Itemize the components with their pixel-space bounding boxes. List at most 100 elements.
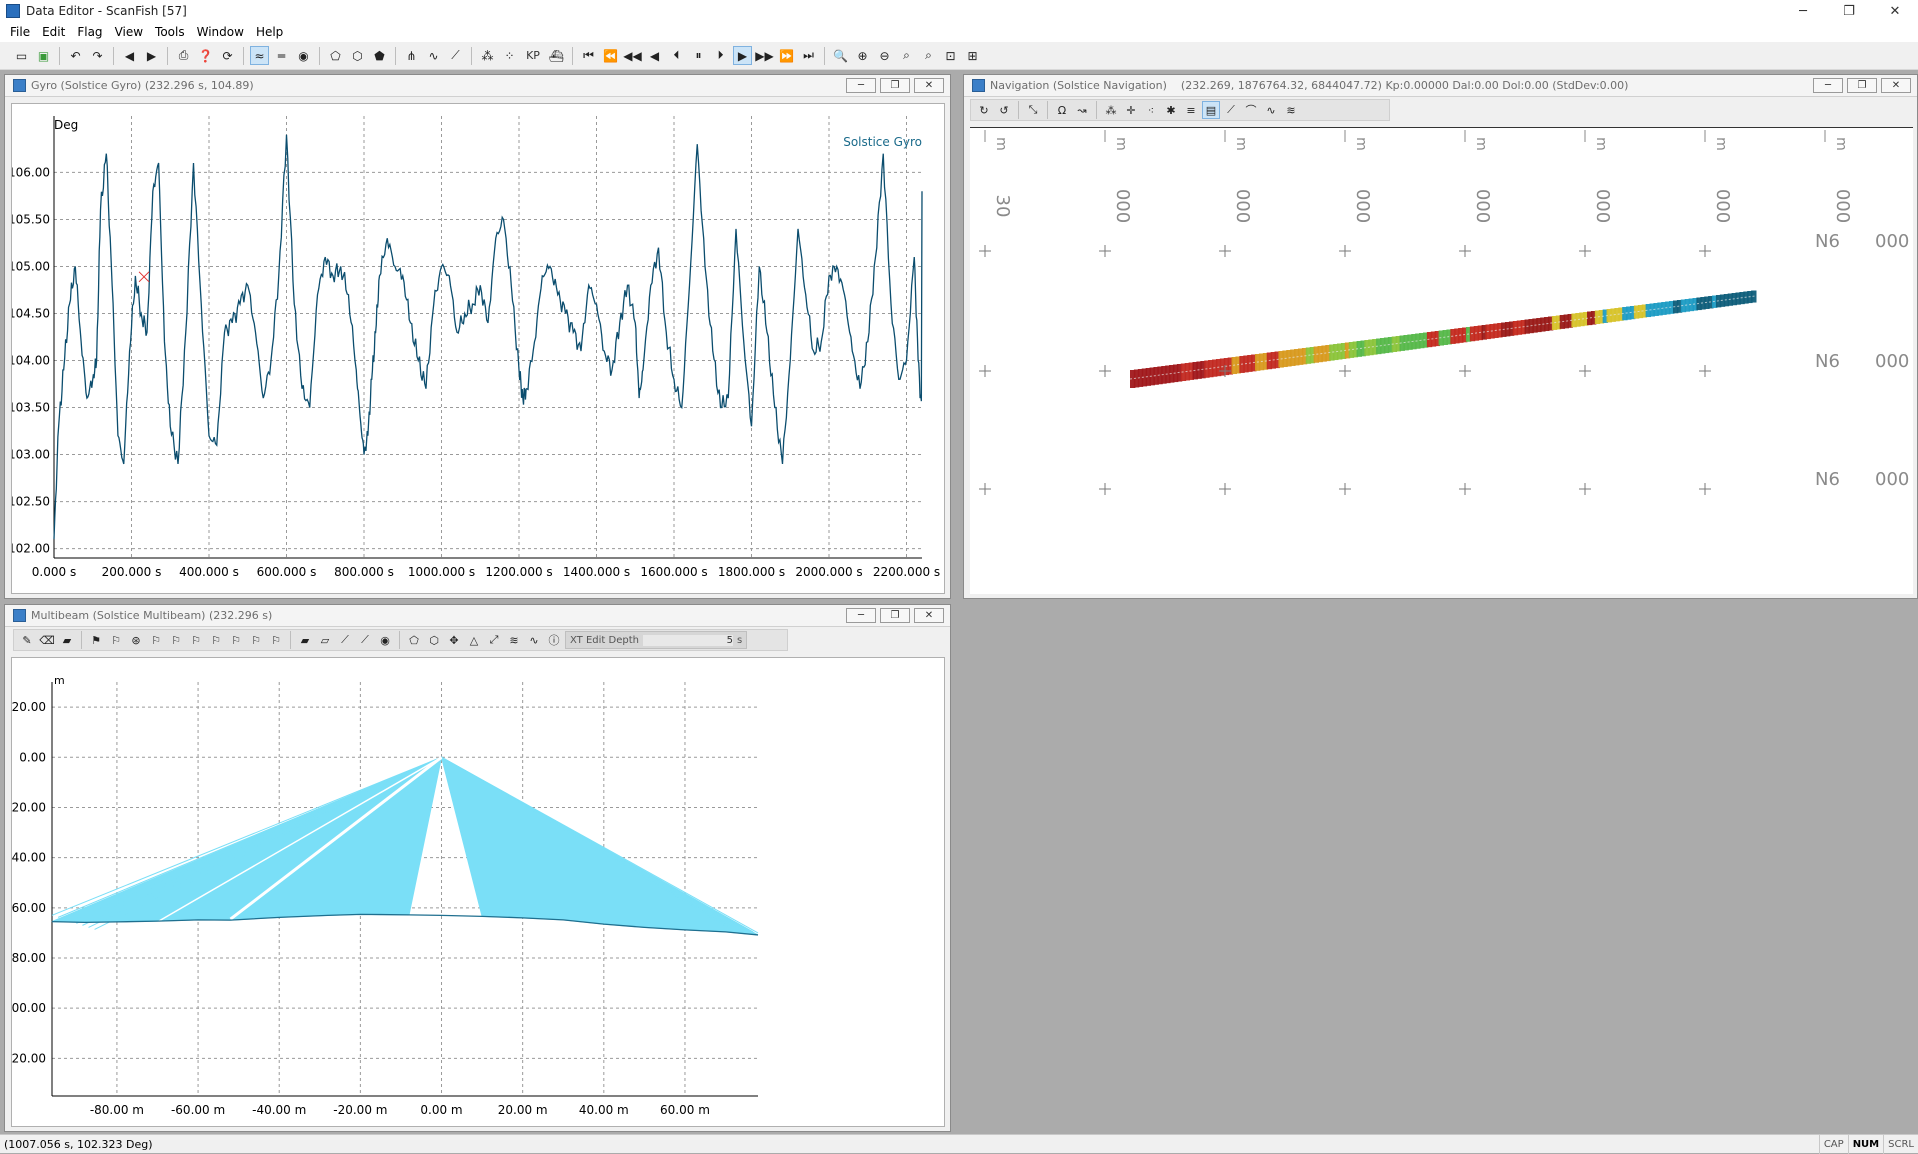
undo-icon[interactable]: ↶ <box>66 46 85 65</box>
menu-view[interactable]: View <box>109 25 149 39</box>
nav-map[interactable]: 30 m 000 m 000 m 000 m 000 m 000 m 000 m 000 m N6 000 N6 00… <box>970 128 1913 595</box>
nav-maximize-button[interactable]: ❐ <box>1847 78 1877 93</box>
maximize-button[interactable]: ❐ <box>1826 0 1872 22</box>
trace-icon[interactable]: ⋔ <box>402 46 421 65</box>
kp-button[interactable]: KP <box>522 46 544 65</box>
nav-close-button[interactable]: ✕ <box>1881 78 1911 93</box>
nav-window-titlebar[interactable]: Navigation (Solstice Navigation) (232.26… <box>964 75 1917 97</box>
eraser-icon[interactable]: ⌫ <box>38 631 56 649</box>
slash-icon[interactable]: ⟋ <box>336 631 354 649</box>
next-icon[interactable]: ▶▶ <box>755 46 774 65</box>
brush-icon[interactable]: ▰ <box>58 631 76 649</box>
scatter-icon[interactable]: ⁘ <box>500 46 519 65</box>
multibeam-maximize-button[interactable]: ❐ <box>880 608 910 623</box>
line-icon[interactable]: ⟋ <box>1222 101 1240 119</box>
fill-icon[interactable]: ▰ <box>296 631 314 649</box>
step-back-icon[interactable]: ⏴ <box>667 46 686 65</box>
scale-icon[interactable]: ⤢ <box>485 631 503 649</box>
line-edit-icon[interactable]: ⟋ <box>446 46 465 65</box>
menu-window[interactable]: Window <box>191 25 250 39</box>
multibeam-minimize-button[interactable]: ─ <box>846 608 876 623</box>
multibeam-plot-area[interactable]: -80.00 m -60.00 m -40.00 m -20.00 m 0.00 m 20… <box>4 657 945 1127</box>
flag-b-icon[interactable]: ⚐ <box>167 631 185 649</box>
gyro-close-button[interactable]: ✕ <box>914 78 944 93</box>
gyro-plot-area[interactable]: Deg 0.000 s 200.000 s 400.000 s 600.000 s 80… <box>8 103 945 594</box>
zoom-icon[interactable]: 🔍 <box>831 46 850 65</box>
xt-edit-depth[interactable]: XT Edit Depth 5 s <box>565 631 748 649</box>
prev-icon[interactable]: ◀ <box>645 46 664 65</box>
flag-e-icon[interactable]: ⚐ <box>227 631 245 649</box>
menu-flag[interactable]: Flag <box>71 25 108 39</box>
menu-file[interactable]: File <box>4 25 36 39</box>
target-icon[interactable]: ◉ <box>376 631 394 649</box>
wave-b-icon[interactable]: ∿ <box>525 631 543 649</box>
track-icon[interactable]: ▤ <box>1202 101 1220 119</box>
wave-view-icon[interactable]: ≈ <box>250 46 269 65</box>
prev-page-icon[interactable]: ◀◀ <box>623 46 642 65</box>
print-icon[interactable]: ⎙ <box>174 46 193 65</box>
rotate-ccw-icon[interactable]: ↺ <box>995 101 1013 119</box>
last-icon[interactable]: ⏭ <box>799 46 818 65</box>
flag-icon[interactable]: ⚑ <box>87 631 105 649</box>
help-icon[interactable]: ❓ <box>196 46 215 65</box>
smooth-fill-icon[interactable]: ⟋ <box>356 631 374 649</box>
gyro-window-titlebar[interactable]: Gyro (Solstice Gyro) (232.296 s, 104.89)… <box>5 75 950 97</box>
next-fast-icon[interactable]: ⏩ <box>777 46 796 65</box>
play-icon[interactable]: ▶ <box>733 46 752 65</box>
polyline-icon[interactable]: ⌒ <box>1242 101 1260 119</box>
multibeam-window-titlebar[interactable]: Multibeam (Solstice Multibeam) (232.296 … <box>5 605 950 627</box>
menu-help[interactable]: Help <box>250 25 289 39</box>
route-icon[interactable]: ↝ <box>1073 101 1091 119</box>
nav-minimize-button[interactable]: ─ <box>1813 78 1843 93</box>
flag-circle-icon[interactable]: ⊛ <box>127 631 145 649</box>
zoom-y-icon[interactable]: ⌕ <box>919 46 938 65</box>
redo-icon[interactable]: ↷ <box>88 46 107 65</box>
prev-fast-icon[interactable]: ⏪ <box>601 46 620 65</box>
move-icon[interactable]: ✥ <box>445 631 463 649</box>
gyro-chart[interactable]: Deg 0.000 s 200.000 s 400.000 s 600.000 s 80… <box>8 104 944 593</box>
select-area-icon[interactable]: ⬡ <box>348 46 367 65</box>
forward-icon[interactable]: ▶ <box>142 46 161 65</box>
gyro-maximize-button[interactable]: ❐ <box>880 78 910 93</box>
zoom-in-icon[interactable]: ⊕ <box>853 46 872 65</box>
wave-icon[interactable]: ≋ <box>1282 101 1300 119</box>
flag-d-icon[interactable]: ⚐ <box>207 631 225 649</box>
zoom-out-icon[interactable]: ⊖ <box>875 46 894 65</box>
lasso-b-icon[interactable]: ⬡ <box>425 631 443 649</box>
info-icon[interactable]: ⓘ <box>545 631 563 649</box>
menu-tools[interactable]: Tools <box>149 25 191 39</box>
select-icon[interactable]: ⬠ <box>326 46 345 65</box>
pause-icon[interactable]: ⏸ <box>689 46 708 65</box>
smooth-icon[interactable]: ∿ <box>424 46 443 65</box>
flag-outline-icon[interactable]: ⚐ <box>107 631 125 649</box>
nav-map-area[interactable]: 30 m 000 m 000 m 000 m 000 m 000 m 000 m 000 m N6 000 N6 00… <box>970 127 1913 594</box>
multibeam-chart[interactable]: -80.00 m -60.00 m -40.00 m -20.00 m 0.00 m 20… <box>4 658 944 1126</box>
open-icon[interactable]: ▭ <box>12 46 31 65</box>
wave-a-icon[interactable]: ≋ <box>505 631 523 649</box>
close-button[interactable]: ✕ <box>1872 0 1918 22</box>
zoom-fit-icon[interactable]: ⊡ <box>941 46 960 65</box>
flag-f-icon[interactable]: ⚐ <box>247 631 265 649</box>
step-forward-icon[interactable]: ⏵ <box>711 46 730 65</box>
ruler-icon[interactable]: ═ <box>272 46 291 65</box>
rotate-cw-icon[interactable]: ↻ <box>975 101 993 119</box>
minimize-button[interactable]: ─ <box>1780 0 1826 22</box>
first-icon[interactable]: ⏮ <box>579 46 598 65</box>
cone-icon[interactable]: △ <box>465 631 483 649</box>
points-icon[interactable]: ⁂ <box>1102 101 1120 119</box>
nodes-icon[interactable]: ⁂ <box>478 46 497 65</box>
multibeam-close-button[interactable]: ✕ <box>914 608 944 623</box>
spray-icon[interactable]: ⁖ <box>1142 101 1160 119</box>
loop-icon[interactable]: Ω <box>1053 101 1071 119</box>
xt-edit-value[interactable]: 5 <box>642 634 733 646</box>
measure-icon[interactable]: ⤡ <box>1024 101 1042 119</box>
polygon-icon[interactable]: ⬟ <box>370 46 389 65</box>
menu-edit[interactable]: Edit <box>36 25 71 39</box>
pencil-icon[interactable]: ✎ <box>18 631 36 649</box>
spline-icon[interactable]: ∿ <box>1262 101 1280 119</box>
gyro-minimize-button[interactable]: ─ <box>846 78 876 93</box>
flag-c-icon[interactable]: ⚐ <box>187 631 205 649</box>
globe-icon[interactable]: ◉ <box>294 46 313 65</box>
flag-g-icon[interactable]: ⚐ <box>267 631 285 649</box>
refresh-icon[interactable]: ⟳ <box>218 46 237 65</box>
